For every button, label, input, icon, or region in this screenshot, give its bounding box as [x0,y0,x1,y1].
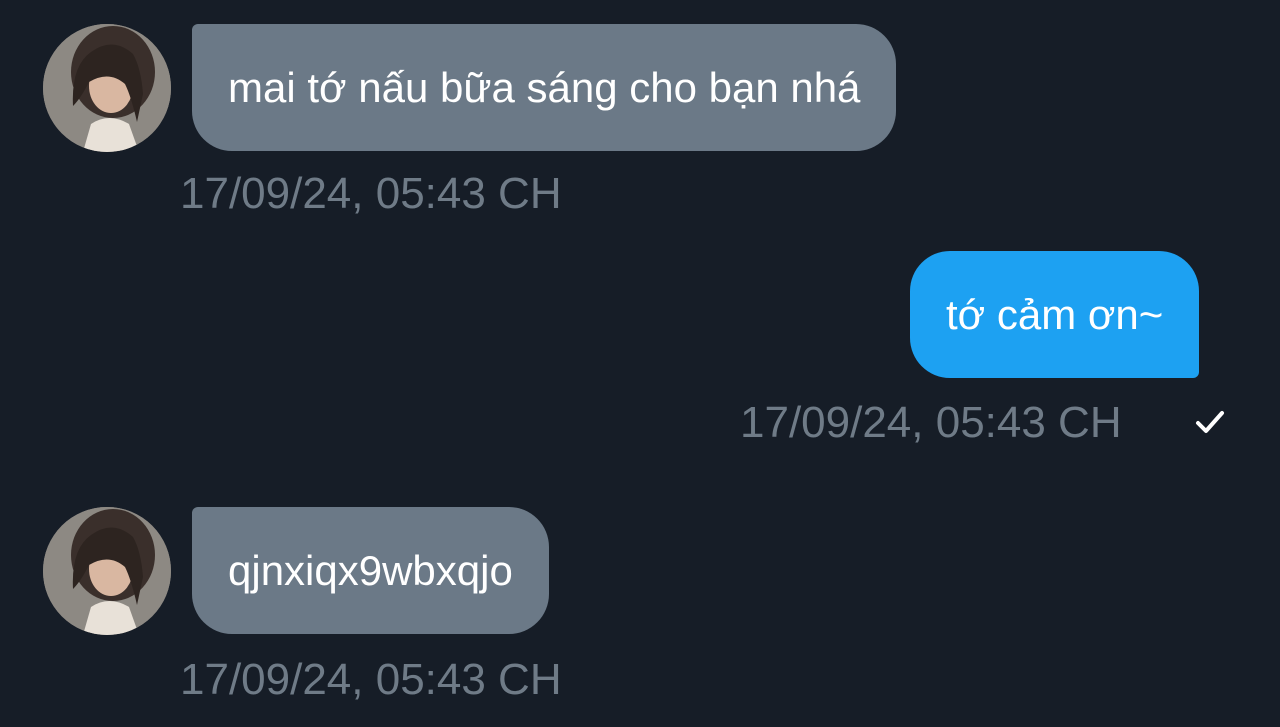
avatar-photo [43,24,171,152]
contact-avatar[interactable] [43,24,171,152]
message-timestamp: 17/09/24, 05:43 CH [180,169,562,218]
avatar-photo [43,507,171,635]
contact-avatar[interactable] [43,507,171,635]
chat-thread: mai tớ nấu bữa sáng cho bạn nhá 17/09/24… [0,0,1280,727]
message-text: qjnxiqx9wbxqjo [228,546,513,594]
message-text: mai tớ nấu bữa sáng cho bạn nhá [228,63,861,111]
message-timestamp: 17/09/24, 05:43 CH [740,398,1122,447]
incoming-message-bubble[interactable]: mai tớ nấu bữa sáng cho bạn nhá [192,24,897,151]
message-timestamp: 17/09/24, 05:43 CH [180,655,562,704]
message-text: tớ cảm ơn~ [946,290,1164,338]
single-check-icon [1196,411,1224,433]
outgoing-message-bubble[interactable]: tớ cảm ơn~ [910,251,1200,378]
incoming-message-bubble[interactable]: qjnxiqx9wbxqjo [192,507,549,634]
